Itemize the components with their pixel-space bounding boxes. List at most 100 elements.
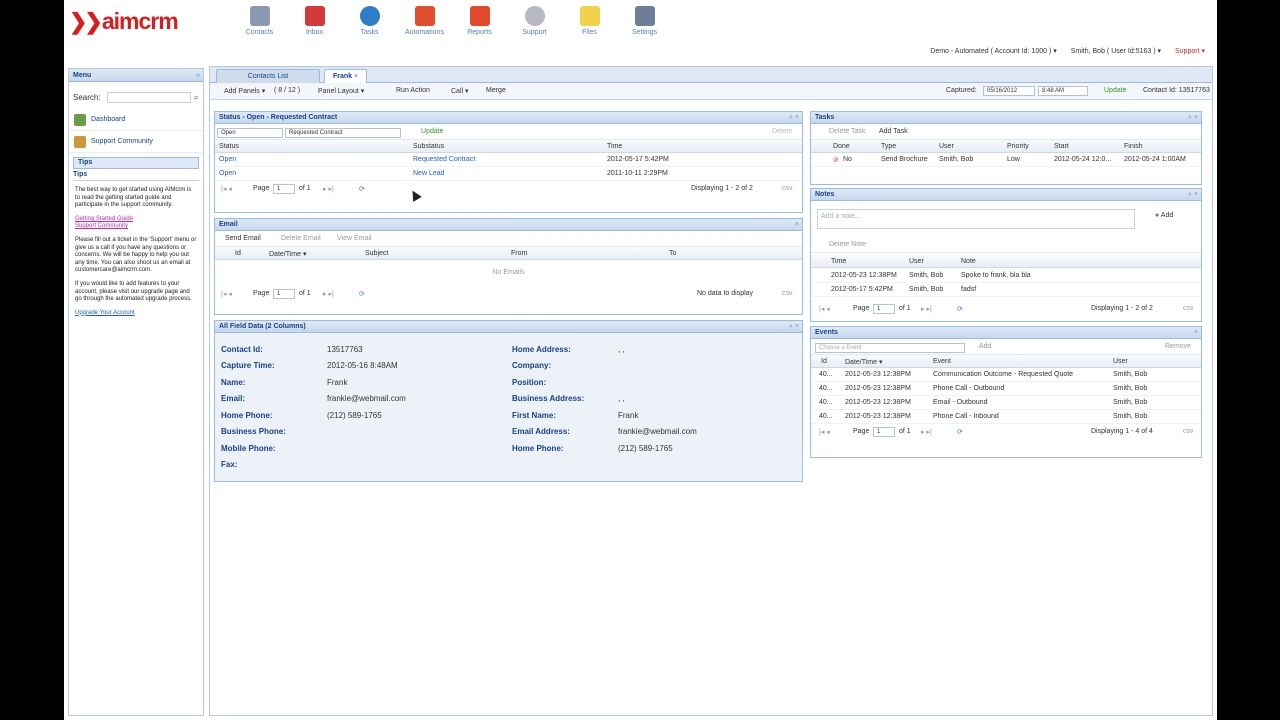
table-row[interactable]: 2012-05-17 5:42PM Smith, Bob fadsf	[811, 283, 1201, 297]
captured-time-field[interactable]: 8:48 AM	[1038, 86, 1088, 96]
col-priority[interactable]: Priority	[1007, 143, 1029, 150]
pager-first-icon[interactable]: |◂ ◂	[221, 290, 232, 298]
nav-settings[interactable]: Settings	[617, 6, 672, 36]
pager-first-icon[interactable]: |◂ ◂	[221, 185, 232, 193]
col-substatus[interactable]: Substatus	[413, 143, 444, 150]
col-user[interactable]: User	[1113, 358, 1128, 365]
panel-layout-button[interactable]: Panel Layout ▾	[318, 87, 364, 95]
table-row[interactable]: Open Requested Contract 2012-05-17 5:42P…	[215, 153, 802, 167]
col-id[interactable]: Id	[821, 358, 827, 365]
search-input[interactable]	[106, 92, 191, 103]
add-task-button[interactable]: Add Task	[879, 128, 908, 135]
close-icon[interactable]: ×	[795, 219, 799, 231]
nav-tasks[interactable]: Tasks	[342, 6, 397, 36]
substatus-select[interactable]: Requested Contract	[285, 128, 401, 138]
collapse-icon[interactable]: «	[196, 69, 200, 82]
event-select[interactable]: Choose a Event	[815, 343, 965, 353]
table-row[interactable]: 40... 2012-05-23 12:38PM Email - Outboun…	[811, 396, 1201, 410]
add-note-button[interactable]: ● Add	[1155, 212, 1173, 219]
support-menu[interactable]: Support ▾	[1175, 47, 1205, 55]
col-event[interactable]: Event	[933, 358, 951, 365]
refresh-icon[interactable]: ⟳	[957, 428, 963, 436]
panel-controls-icon[interactable]: ⌕ ×	[789, 112, 799, 124]
nav-automations[interactable]: Automations	[397, 6, 452, 36]
col-status[interactable]: Status	[219, 143, 239, 150]
table-row[interactable]: ⊘ No Send Brochure Smith, Bob Low 2012-0…	[811, 153, 1201, 167]
col-done[interactable]: Done	[833, 143, 850, 150]
pager-next-icon[interactable]: ▸ ▸|	[323, 185, 334, 193]
pager-first-icon[interactable]: |◂ ◂	[819, 305, 830, 313]
panel-controls-icon[interactable]: ⌕ ×	[1188, 189, 1198, 201]
nav-reports[interactable]: Reports	[452, 6, 507, 36]
csv-export-button[interactable]: csv	[782, 185, 793, 192]
col-time[interactable]: Time	[831, 258, 846, 265]
col-note[interactable]: Note	[961, 258, 976, 265]
col-datetime[interactable]: Date/Time ▾	[845, 358, 883, 366]
table-row[interactable]: 40... 2012-05-23 12:38PM Phone Call - In…	[811, 410, 1201, 424]
search-icon[interactable]: ⌕	[194, 92, 199, 103]
pager-next-icon[interactable]: ▸ ▸|	[323, 290, 334, 298]
remove-event-button[interactable]: Remove	[1165, 343, 1191, 350]
user-menu[interactable]: Smith, Bob ( User Id:5163 ) ▾	[1071, 47, 1161, 55]
delete-task-button[interactable]: Delete Task	[829, 128, 865, 135]
page-input[interactable]: 1	[873, 304, 895, 314]
col-user[interactable]: User	[939, 143, 954, 150]
call-button[interactable]: Call ▾	[451, 87, 469, 95]
view-email-button[interactable]: View Email	[337, 235, 372, 242]
nav-inbox[interactable]: Inbox	[287, 6, 342, 36]
status-update-button[interactable]: Update	[421, 128, 444, 135]
tab-contacts-list[interactable]: Contacts List	[216, 69, 320, 83]
pager-next-icon[interactable]: ▸ ▸|	[921, 428, 932, 436]
page-input[interactable]: 1	[273, 289, 295, 299]
col-datetime[interactable]: Date/Time ▾	[269, 250, 307, 258]
col-subject[interactable]: Subject	[365, 250, 388, 257]
pager-next-icon[interactable]: ▸ ▸|	[921, 305, 932, 313]
status-delete-button[interactable]: Delete	[772, 128, 792, 135]
pager-first-icon[interactable]: |◂ ◂	[819, 428, 830, 436]
panel-controls-icon[interactable]: ⌕ ×	[1188, 112, 1198, 124]
upgrade-link[interactable]: Upgrade Your Account	[75, 310, 197, 318]
aimcrm-logo[interactable]: ❯❯ aimcrm	[69, 8, 179, 35]
note-input[interactable]: Add a note...	[817, 209, 1135, 229]
nav-support[interactable]: Support	[507, 6, 562, 36]
refresh-icon[interactable]: ⟳	[359, 185, 365, 193]
table-row[interactable]: 40... 2012-05-23 12:38PM Phone Call - Ou…	[811, 382, 1201, 396]
tips-tab[interactable]: Tips	[73, 157, 199, 169]
captured-date-field[interactable]: 05/16/2012	[983, 86, 1035, 96]
account-menu[interactable]: Demo - Automated ( Account Id: 1000 ) ▾	[930, 47, 1056, 55]
delete-email-button[interactable]: Delete Email	[281, 235, 321, 242]
page-input[interactable]: 1	[873, 427, 895, 437]
delete-note-button[interactable]: Delete Note	[829, 241, 866, 248]
run-action-button[interactable]: Run Action	[396, 87, 430, 94]
menu-item-dashboard[interactable]: Dashboard	[69, 109, 203, 131]
table-row[interactable]: 40... 2012-05-23 12:38PM Communication O…	[811, 368, 1201, 382]
add-panels-button[interactable]: Add Panels ▾	[224, 87, 265, 95]
col-type[interactable]: Type	[881, 143, 896, 150]
csv-export-button[interactable]: csv	[1183, 305, 1194, 312]
csv-export-button[interactable]: csv	[1183, 428, 1194, 435]
nav-files[interactable]: Files	[562, 6, 617, 36]
col-start[interactable]: Start	[1054, 143, 1069, 150]
merge-button[interactable]: Merge	[486, 87, 506, 94]
col-time[interactable]: Time	[607, 143, 622, 150]
table-row[interactable]: 2012-05-23 12:38PM Smith, Bob Spoke to f…	[811, 269, 1201, 283]
table-row[interactable]: Open New Lead 2011-10-11 2:29PM	[215, 167, 802, 181]
support-community-link[interactable]: Support Community	[75, 223, 197, 231]
close-icon[interactable]: ×	[1194, 327, 1198, 339]
col-finish[interactable]: Finish	[1124, 143, 1143, 150]
close-icon[interactable]: ×	[354, 73, 358, 80]
refresh-icon[interactable]: ⟳	[359, 290, 365, 298]
refresh-icon[interactable]: ⟳	[957, 305, 963, 313]
tab-frank[interactable]: Frank ×	[324, 69, 368, 83]
status-select[interactable]: Open	[217, 128, 283, 138]
nav-contacts[interactable]: Contacts	[232, 6, 287, 36]
col-id[interactable]: Id	[235, 250, 241, 257]
csv-export-button[interactable]: csv	[782, 290, 793, 297]
col-user[interactable]: User	[909, 258, 924, 265]
menu-item-support-community[interactable]: Support Community	[69, 131, 203, 153]
getting-started-link[interactable]: Getting Started Guide	[75, 216, 197, 224]
col-to[interactable]: To	[669, 250, 676, 257]
panel-controls-icon[interactable]: ⌕ ×	[789, 321, 799, 333]
update-button[interactable]: Update	[1104, 87, 1127, 94]
send-email-button[interactable]: Send Email	[225, 235, 261, 242]
